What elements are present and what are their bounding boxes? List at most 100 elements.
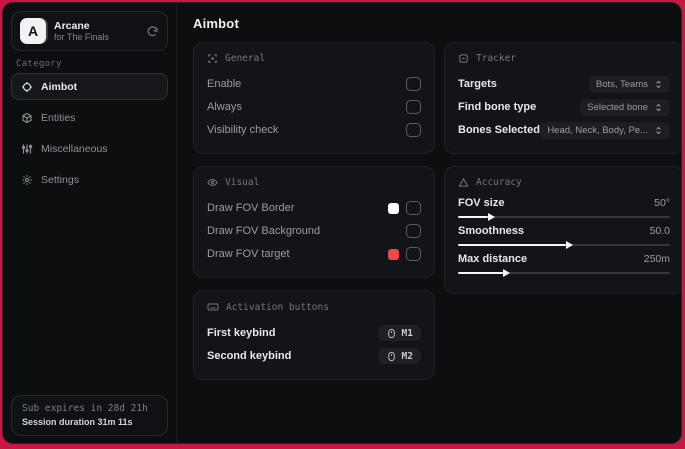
keybind-value: M1 (401, 327, 413, 339)
visual-card-header: Visual (207, 177, 421, 188)
entities-icon (21, 112, 33, 124)
section-title: General (225, 53, 266, 64)
setting-row-visibility-check: Visibility check (207, 119, 421, 141)
sidebar-item-label: Miscellaneous (41, 142, 108, 155)
accuracy-card-header: Accuracy (458, 177, 670, 188)
keyboard-icon (207, 301, 219, 313)
draw-fov-background-checkbox[interactable] (406, 224, 421, 238)
subscription-card: Sub expires in 28d 21h Session duration … (11, 395, 168, 436)
targets-dropdown[interactable]: Bots, Teams (588, 75, 670, 93)
setting-label: Draw FOV Border (207, 202, 295, 214)
dropdown-value: Head, Neck, Body, Pe... (547, 124, 648, 136)
content: General Enable Always Visibility check V… (177, 40, 681, 380)
chevron-up-down-icon (654, 79, 663, 90)
main-area: Aimbot General Enable Always Visibility … (177, 3, 681, 443)
dropdown-value: Bots, Teams (595, 78, 648, 90)
sidebar-item-label: Settings (41, 173, 79, 186)
category-label: Category (16, 59, 62, 69)
triangle-icon (458, 177, 469, 188)
visibility-check-checkbox[interactable] (406, 123, 421, 137)
fov-target-color-swatch[interactable] (388, 248, 399, 260)
setting-label: Second keybind (207, 350, 292, 362)
section-title: Visual (225, 177, 260, 188)
always-checkbox[interactable] (406, 100, 421, 114)
slider-label: Smoothness (458, 225, 525, 237)
sidebar-item-label: Entities (41, 111, 76, 124)
section-title: Activation buttons (226, 301, 329, 313)
setting-label: Find bone type (458, 101, 537, 113)
slider-row: FOV size 50° (458, 197, 670, 209)
chevron-up-down-icon (654, 102, 663, 113)
setting-row-second-keybind: Second keybind M2 (207, 345, 421, 367)
accuracy-card: Accuracy FOV size 50° Smoothness 50.0 Ma… (444, 166, 681, 294)
app-meta: Arcane for The Finals (54, 20, 138, 42)
sidebar-nav: Aimbot Entities Miscellaneous Settings (3, 73, 176, 195)
box-minus-icon (458, 53, 469, 64)
max-distance-slider[interactable] (458, 268, 670, 277)
chevron-up-down-icon (654, 125, 663, 136)
general-card: General Enable Always Visibility check (193, 42, 435, 154)
slider-fill[interactable] (458, 212, 495, 221)
slider-value: 250m (643, 253, 670, 265)
enable-checkbox[interactable] (406, 77, 421, 91)
app-card: A Arcane for The Finals (11, 11, 168, 51)
visual-card: Visual Draw FOV Border Draw FOV Backgrou… (193, 166, 435, 278)
activation-card-header: Activation buttons (207, 301, 421, 313)
fov-border-color-swatch[interactable] (388, 202, 399, 214)
find-bone-type-dropdown[interactable]: Selected bone (580, 98, 670, 116)
sidebar-item-aimbot[interactable]: Aimbot (11, 73, 168, 100)
row-controls (388, 201, 421, 215)
slider-fill[interactable] (458, 240, 574, 249)
second-keybind-button[interactable]: M2 (377, 348, 421, 364)
fov-size-slider[interactable] (458, 212, 670, 221)
draw-fov-border-checkbox[interactable] (406, 201, 421, 215)
page-title: Aimbot (193, 16, 239, 31)
setting-label: Targets (458, 78, 497, 90)
setting-label: Visibility check (207, 124, 279, 136)
sidebar: A Arcane for The Finals Category Aimbot (3, 3, 177, 443)
general-card-header: General (207, 53, 421, 64)
setting-row-find-bone-type: Find bone type Selected bone (458, 96, 670, 118)
column-right: Tracker Targets Bots, Teams Find bone ty… (444, 42, 681, 380)
eye-icon (207, 177, 218, 188)
bones-selected-dropdown[interactable]: Head, Neck, Body, Pe... (540, 121, 670, 139)
setting-row-draw-fov-background: Draw FOV Background (207, 220, 421, 242)
mouse-icon (386, 351, 397, 362)
first-keybind-button[interactable]: M1 (377, 325, 421, 341)
slider-fill[interactable] (458, 268, 509, 277)
slider-value: 50° (654, 197, 670, 209)
slider-row: Smoothness 50.0 (458, 225, 670, 237)
fov-size-slider-block: FOV size 50° (458, 197, 670, 221)
setting-label: Enable (207, 78, 242, 90)
slider-value: 50.0 (649, 225, 670, 237)
setting-label: Always (207, 101, 242, 113)
refresh-icon[interactable] (146, 25, 159, 38)
setting-label: Draw FOV Background (207, 225, 321, 237)
crosshair-icon (21, 81, 33, 93)
dropdown-value: Selected bone (587, 101, 648, 113)
section-title: Tracker (476, 53, 517, 64)
grid-dots-icon (207, 53, 218, 64)
tracker-card: Tracker Targets Bots, Teams Find bone ty… (444, 42, 681, 154)
setting-row-enable: Enable (207, 73, 421, 95)
setting-label: First keybind (207, 327, 276, 339)
slider-label: FOV size (458, 197, 505, 209)
section-title: Accuracy (476, 177, 522, 188)
draw-fov-target-checkbox[interactable] (406, 247, 421, 261)
slider-row: Max distance 250m (458, 253, 670, 265)
smoothness-slider[interactable] (458, 240, 670, 249)
setting-row-always: Always (207, 96, 421, 118)
app-logo: A (20, 18, 46, 44)
sidebar-item-entities[interactable]: Entities (11, 104, 168, 131)
sidebar-item-label: Aimbot (41, 80, 78, 93)
sidebar-item-settings[interactable]: Settings (11, 166, 168, 193)
setting-row-draw-fov-target: Draw FOV target (207, 243, 421, 265)
app-window: A Arcane for The Finals Category Aimbot (2, 2, 682, 444)
setting-label: Bones Selected (458, 124, 540, 136)
activation-card: Activation buttons First keybind M1 Seco… (193, 290, 435, 380)
app-subtitle: for The Finals (54, 31, 109, 42)
sidebar-item-miscellaneous[interactable]: Miscellaneous (11, 135, 168, 162)
setting-row-bones-selected: Bones Selected Head, Neck, Body, Pe... (458, 119, 670, 141)
max-distance-slider-block: Max distance 250m (458, 253, 670, 277)
smoothness-slider-block: Smoothness 50.0 (458, 225, 670, 249)
